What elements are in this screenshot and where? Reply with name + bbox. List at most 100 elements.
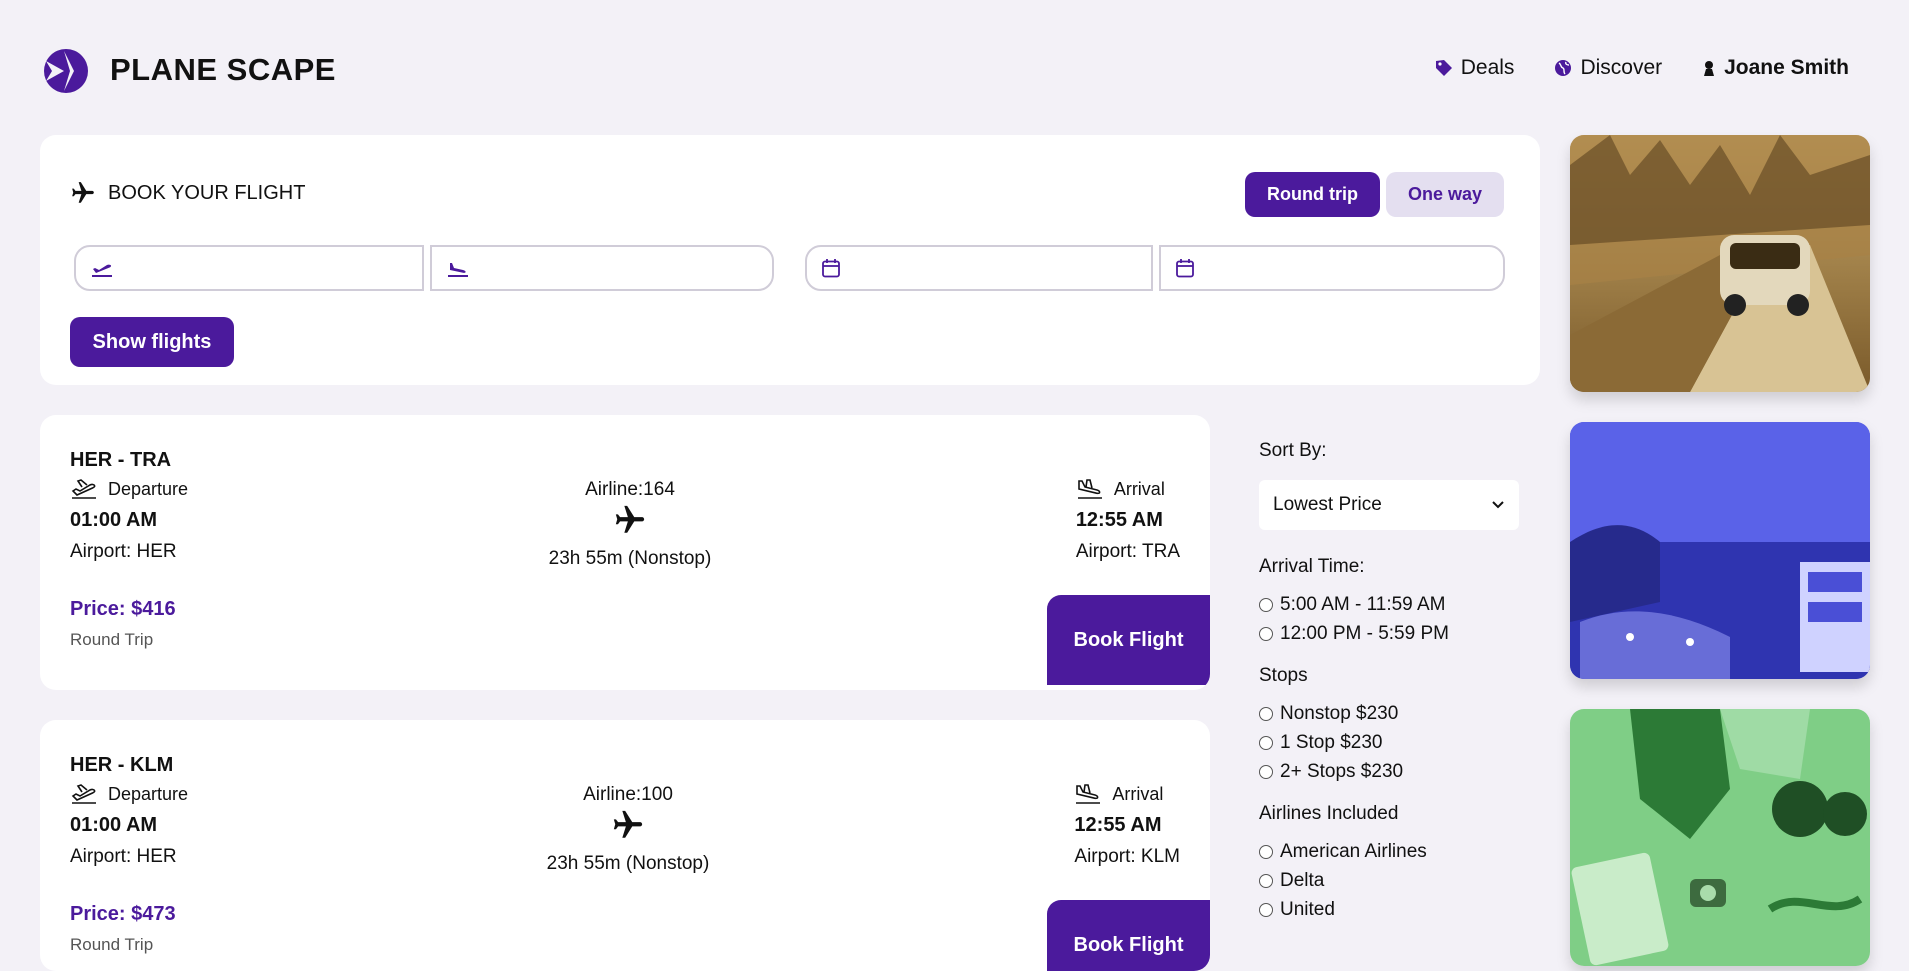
radio-button[interactable] bbox=[1259, 707, 1273, 721]
top-nav: Deals Discover Joane Smith bbox=[1435, 56, 1849, 80]
departure-label: Departure bbox=[108, 478, 189, 499]
arrival-time-label: Arrival Time: bbox=[1259, 556, 1365, 577]
radio-label: 1 Stop $230 bbox=[1280, 732, 1383, 753]
airplane-icon bbox=[613, 810, 643, 838]
book-flight-button[interactable]: Book Flight bbox=[1047, 900, 1210, 971]
takeoff-icon bbox=[71, 479, 96, 499]
flight-route: HER - KLM bbox=[70, 754, 174, 776]
flight-card: HER - TRA Departure 01:00 AM Airport: HE… bbox=[40, 415, 1210, 690]
return-date-input[interactable] bbox=[1205, 247, 1503, 289]
airplane-icon bbox=[615, 505, 645, 533]
from-input[interactable] bbox=[124, 247, 422, 289]
nav-discover-label: Discover bbox=[1580, 56, 1663, 79]
departure-airport: Airport: HER bbox=[70, 846, 177, 867]
car-rental-photo[interactable] bbox=[1570, 135, 1870, 392]
brand-name: PLANE SCAPE bbox=[110, 52, 336, 87]
seaside-resort-image bbox=[1570, 422, 1870, 679]
departure-time: 01:00 AM bbox=[70, 814, 158, 836]
arrival-airport: Airport: KLM bbox=[1074, 846, 1180, 867]
departure-label: Departure bbox=[108, 783, 189, 804]
travel-essentials-photo[interactable] bbox=[1570, 709, 1870, 966]
radio-label: American Airlines bbox=[1280, 841, 1427, 862]
radio-button[interactable] bbox=[1259, 765, 1273, 779]
header: PLANE SCAPE Deals Discover Joane Smith bbox=[0, 0, 1909, 135]
nav-discover[interactable]: Discover bbox=[1554, 56, 1662, 80]
flight-trip-type: Round Trip bbox=[70, 630, 154, 649]
radio-label: 5:00 AM - 11:59 AM bbox=[1280, 594, 1446, 615]
radio-option[interactable]: American Airlines bbox=[1259, 841, 1519, 863]
radio-label: United bbox=[1280, 899, 1335, 920]
from-field[interactable] bbox=[74, 245, 424, 291]
airline: Airline:164 bbox=[585, 479, 675, 500]
takeoff-icon bbox=[71, 784, 96, 804]
trip-type-toggle: Round trip One way bbox=[1244, 172, 1504, 217]
takeoff-icon bbox=[92, 264, 112, 277]
flight-price: Price: $416 bbox=[70, 598, 176, 620]
radio-button[interactable] bbox=[1259, 736, 1273, 750]
filters-panel: Sort By: Lowest Price Arrival Time: 5:00… bbox=[1259, 440, 1519, 941]
flight-trip-type: Round Trip bbox=[70, 935, 154, 954]
chevron-down-icon bbox=[1492, 501, 1504, 509]
radio-option[interactable]: United bbox=[1259, 899, 1519, 921]
depart-date-input[interactable] bbox=[851, 247, 1151, 289]
round-trip-button[interactable]: Round trip bbox=[1244, 172, 1380, 217]
book-flight-button[interactable]: Book Flight bbox=[1047, 595, 1210, 685]
show-flights-button[interactable]: Show flights bbox=[70, 317, 234, 367]
sort-select[interactable]: Lowest Price bbox=[1259, 480, 1519, 530]
nav-user[interactable]: Joane Smith bbox=[1702, 56, 1849, 80]
arrival-time: 12:55 AM bbox=[1075, 509, 1163, 531]
radio-button[interactable] bbox=[1259, 598, 1273, 612]
user-name: Joane Smith bbox=[1724, 56, 1849, 79]
flight-price: Price: $473 bbox=[70, 903, 176, 925]
radio-option[interactable]: 12:00 PM - 5:59 PM bbox=[1259, 623, 1519, 645]
arrival-label: Arrival bbox=[1113, 478, 1165, 499]
hotel-photo[interactable] bbox=[1570, 422, 1870, 679]
departure-time: 01:00 AM bbox=[70, 509, 158, 531]
radio-option[interactable]: 5:00 AM - 11:59 AM bbox=[1259, 594, 1519, 616]
arrival-airport: Airport: TRA bbox=[1075, 541, 1180, 562]
radio-button[interactable] bbox=[1259, 903, 1273, 917]
flight-card: HER - KLM Departure 01:00 AM Airport: HE… bbox=[40, 720, 1210, 971]
one-way-button[interactable]: One way bbox=[1385, 172, 1504, 217]
date-fields bbox=[805, 245, 1505, 291]
sort-value: Lowest Price bbox=[1273, 494, 1382, 515]
route-fields bbox=[74, 245, 774, 291]
user-icon bbox=[1704, 61, 1715, 76]
flight-duration: 23h 55m (Nonstop) bbox=[546, 853, 710, 874]
landing-icon bbox=[1077, 479, 1102, 499]
calendar-icon bbox=[822, 259, 840, 278]
stops-filter: Stops Nonstop $230 1 Stop $230 2+ Stops … bbox=[1259, 665, 1519, 783]
radio-option[interactable]: Nonstop $230 bbox=[1259, 703, 1519, 725]
radio-label: 2+ Stops $230 bbox=[1280, 761, 1404, 782]
travel-items-image bbox=[1570, 709, 1870, 966]
airlines-label: Airlines Included bbox=[1259, 803, 1399, 824]
airplane-icon bbox=[72, 182, 94, 203]
depart-date-field[interactable] bbox=[805, 245, 1153, 291]
calendar-icon bbox=[1176, 259, 1194, 278]
radio-button[interactable] bbox=[1259, 845, 1273, 859]
sort-label: Sort By: bbox=[1259, 440, 1327, 461]
radio-option[interactable]: 2+ Stops $230 bbox=[1259, 761, 1519, 783]
departure-airport: Airport: HER bbox=[70, 541, 177, 562]
radio-label: Delta bbox=[1280, 870, 1325, 891]
return-date-field[interactable] bbox=[1159, 245, 1505, 291]
arrival-time: 12:55 AM bbox=[1074, 814, 1162, 836]
to-input[interactable] bbox=[480, 247, 772, 289]
flight-route: HER - TRA bbox=[70, 449, 172, 471]
nav-deals[interactable]: Deals bbox=[1435, 56, 1515, 80]
tag-icon bbox=[1435, 60, 1452, 76]
flight-middle: Airline:100 23h 55m (Nonstop) bbox=[518, 784, 738, 875]
radio-option[interactable]: Delta bbox=[1259, 870, 1519, 892]
nav-deals-label: Deals bbox=[1460, 56, 1515, 79]
departure-block: Departure 01:00 AM Airport: HER bbox=[70, 477, 188, 563]
airline: Airline:100 bbox=[583, 784, 673, 805]
plane-logo-icon[interactable] bbox=[42, 47, 90, 95]
to-field[interactable] bbox=[430, 245, 774, 291]
booking-panel: BOOK YOUR FLIGHT Round trip One way Show… bbox=[40, 135, 1540, 385]
landing-icon bbox=[448, 263, 468, 277]
car-road-image bbox=[1570, 135, 1870, 392]
radio-button[interactable] bbox=[1259, 627, 1273, 641]
radio-option[interactable]: 1 Stop $230 bbox=[1259, 732, 1519, 754]
radio-button[interactable] bbox=[1259, 874, 1273, 888]
arrival-block: Arrival 12:55 AM Airport: KLM bbox=[1074, 782, 1180, 868]
